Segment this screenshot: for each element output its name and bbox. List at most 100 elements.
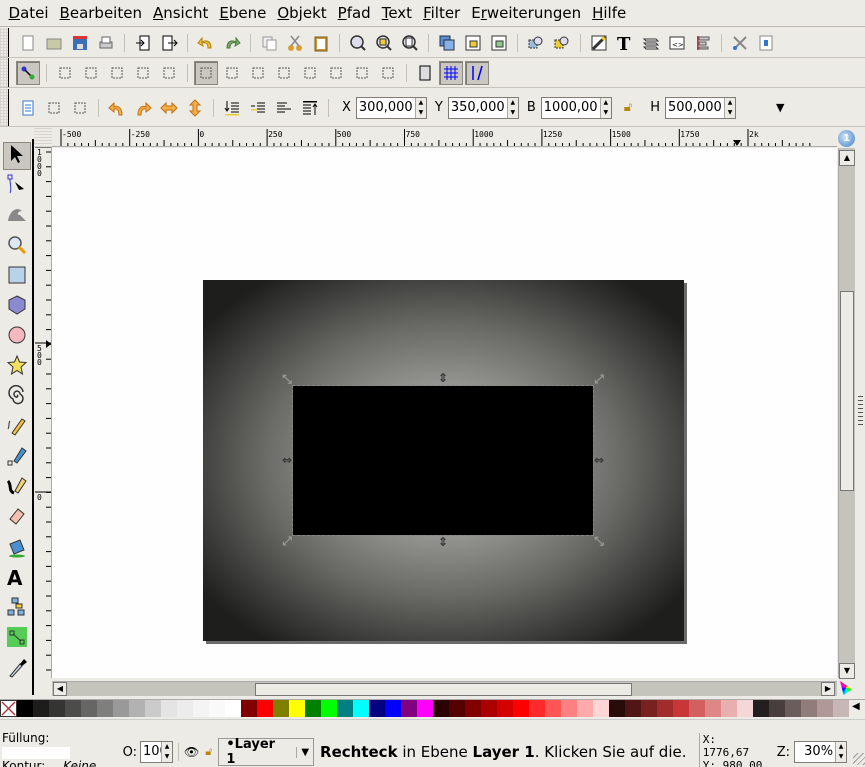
pencil-tool[interactable]	[3, 414, 31, 442]
stroke-value[interactable]: Keine	[63, 759, 96, 767]
color-swatch[interactable]	[657, 700, 673, 717]
horizontal-scroll-thumb[interactable]	[255, 683, 632, 696]
scroll-down-button[interactable]: ▼	[839, 663, 855, 679]
scale-handle-bottom[interactable]: ⇕	[437, 536, 449, 548]
color-swatch[interactable]	[513, 700, 529, 717]
snap-paths-button[interactable]	[220, 61, 244, 85]
vertical-scroll-thumb[interactable]	[840, 291, 854, 491]
zoom-tool[interactable]	[3, 233, 31, 261]
snap-grids-button[interactable]	[439, 60, 463, 85]
width-field[interactable]: 1000,00 ▲ ▼	[540, 96, 612, 119]
color-swatch[interactable]	[81, 700, 97, 717]
color-swatch[interactable]	[465, 700, 481, 717]
zoom-spinner[interactable]: ▲ ▼	[835, 742, 847, 762]
snap-toggle-button[interactable]	[16, 60, 40, 85]
spiral-tool[interactable]	[3, 384, 31, 412]
color-swatch[interactable]	[241, 700, 257, 717]
color-swatch[interactable]	[433, 700, 449, 717]
color-swatch[interactable]	[385, 700, 401, 717]
color-swatch[interactable]	[689, 700, 705, 717]
color-swatch[interactable]	[753, 700, 769, 717]
print-button[interactable]	[94, 31, 118, 55]
y-spinner[interactable]: ▲ ▼	[506, 97, 518, 118]
color-swatch[interactable]	[97, 700, 113, 717]
horizontal-ruler[interactable]: -500 -250 0 250 500 750 1000 1250 1500 1750 2k	[52, 128, 837, 147]
color-swatch[interactable]	[801, 700, 817, 717]
color-swatch[interactable]	[737, 700, 753, 717]
color-swatch[interactable]	[833, 700, 849, 717]
height-field[interactable]: 500,000 ▲ ▼	[665, 96, 736, 119]
snap-midpoints-button[interactable]	[298, 61, 322, 85]
resize-grip[interactable]	[853, 753, 865, 765]
color-swatch[interactable]	[305, 700, 321, 717]
color-swatch[interactable]	[321, 700, 337, 717]
layer-lock-icon[interactable]: 🔓︎	[205, 745, 212, 759]
lower-button[interactable]	[246, 96, 270, 120]
redo-button[interactable]	[220, 31, 244, 55]
color-swatch[interactable]	[337, 700, 353, 717]
menu-ebene[interactable]: Ebene	[214, 0, 272, 27]
clone-button[interactable]	[435, 31, 459, 55]
dropper-tool[interactable]	[3, 655, 31, 683]
node-tool[interactable]	[3, 172, 31, 200]
deselect-button[interactable]	[68, 96, 92, 120]
scale-handle-top-left[interactable]: ⤡	[281, 373, 293, 385]
menu-ansicht[interactable]: Ansicht	[147, 0, 213, 27]
zoom-out-select-button[interactable]	[550, 31, 574, 55]
menu-datei[interactable]: Datei	[3, 0, 54, 27]
color-swatch[interactable]	[705, 700, 721, 717]
color-swatch[interactable]	[257, 700, 273, 717]
color-swatch[interactable]	[609, 700, 625, 717]
chevron-down-icon[interactable]: ▼	[296, 746, 309, 758]
import-button[interactable]	[131, 31, 155, 55]
color-swatch[interactable]	[817, 700, 833, 717]
color-swatch[interactable]	[641, 700, 657, 717]
rotate-cw-button[interactable]	[131, 96, 155, 120]
menu-pfad[interactable]: Pfad	[332, 0, 376, 27]
menu-erweiterungen[interactable]: Erweiterungen	[466, 0, 587, 27]
color-swatch[interactable]	[129, 700, 145, 717]
snap-bbox-corners-button[interactable]	[105, 61, 129, 85]
select-all-button[interactable]	[16, 96, 40, 120]
paste-button[interactable]	[309, 31, 333, 55]
align-button[interactable]	[691, 31, 715, 55]
menu-text[interactable]: Text	[376, 0, 417, 27]
color-swatch[interactable]	[529, 700, 545, 717]
vertical-ruler[interactable]: 150010005000	[34, 147, 52, 678]
preferences-button[interactable]	[728, 31, 752, 55]
dock-grip[interactable]	[858, 395, 863, 425]
layer-selector[interactable]: •Layer 1 ▼	[218, 737, 315, 767]
save-button[interactable]	[68, 31, 92, 55]
selector-tool[interactable]	[3, 142, 31, 170]
flip-vertical-button[interactable]	[183, 96, 207, 120]
export-button[interactable]	[157, 31, 181, 55]
raise-to-top-button[interactable]	[298, 96, 322, 120]
color-swatch[interactable]	[225, 700, 241, 717]
color-swatch[interactable]	[561, 700, 577, 717]
scroll-right-button[interactable]: ▶	[821, 682, 835, 696]
color-swatch[interactable]	[673, 700, 689, 717]
open-button[interactable]	[42, 31, 66, 55]
snap-page-border-button[interactable]	[413, 61, 437, 85]
scroll-up-button[interactable]: ▲	[839, 150, 855, 166]
color-swatch[interactable]	[497, 700, 513, 717]
raise-button[interactable]	[272, 96, 296, 120]
rotate-ccw-button[interactable]	[105, 96, 129, 120]
color-swatch[interactable]	[577, 700, 593, 717]
scale-handle-left[interactable]: ⇔	[281, 454, 293, 466]
color-swatch[interactable]	[545, 700, 561, 717]
color-swatch[interactable]	[785, 700, 801, 717]
color-swatch[interactable]	[353, 700, 369, 717]
ungroup-button[interactable]	[487, 31, 511, 55]
scale-handle-top-right[interactable]: ⤢	[593, 373, 605, 385]
x-field[interactable]: 300,000 ▲ ▼	[355, 96, 427, 119]
height-spinner[interactable]: ▲ ▼	[724, 97, 735, 118]
color-swatch[interactable]	[289, 700, 305, 717]
toolbar-grip[interactable]	[0, 58, 9, 87]
color-swatch[interactable]	[113, 700, 129, 717]
vertical-scrollbar[interactable]: ▲ ▼	[838, 148, 855, 679]
lower-to-bottom-button[interactable]	[220, 96, 244, 120]
duplicate-button[interactable]	[257, 31, 281, 55]
color-swatch[interactable]	[401, 700, 417, 717]
horizontal-scrollbar[interactable]: ◀ ▶	[52, 681, 837, 696]
